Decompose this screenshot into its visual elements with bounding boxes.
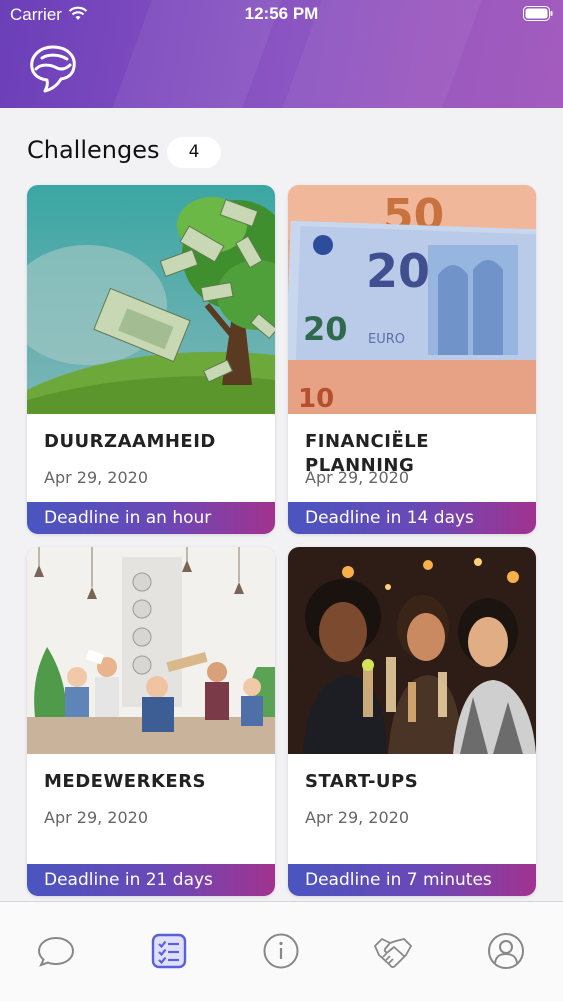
- svg-text:20: 20: [303, 310, 348, 348]
- svg-text:EURO: EURO: [368, 332, 405, 347]
- challenge-card[interactable]: DUURZAAMHEID Apr 29, 2020 Deadline in an…: [27, 185, 275, 534]
- challenge-deadline: Deadline in 14 days: [288, 502, 536, 534]
- section-title: Challenges: [27, 136, 160, 164]
- challenge-date: Apr 29, 2020: [305, 468, 410, 487]
- handshake-icon: [374, 938, 412, 968]
- svg-text:20: 20: [366, 244, 430, 298]
- tab-profile[interactable]: [486, 931, 526, 971]
- challenge-deadline: Deadline in an hour: [27, 502, 275, 534]
- challenge-date: Apr 29, 2020: [44, 468, 149, 487]
- challenge-title: MEDEWERKERS: [44, 771, 207, 792]
- app-header: Carrier 12:56 PM: [0, 0, 563, 108]
- challenge-card[interactable]: MEDEWERKERS Apr 29, 2020 Deadline in 21 …: [27, 547, 275, 896]
- info-icon: [263, 933, 299, 969]
- challenge-date: Apr 29, 2020: [305, 808, 410, 827]
- challenge-card[interactable]: 50 20 20 10 EURO FINANCIËLE PLANNING Apr…: [288, 185, 536, 534]
- challenge-image-people-celebrating: [288, 547, 536, 754]
- battery-icon: [523, 6, 553, 21]
- tab-challenges[interactable]: [139, 921, 199, 981]
- tab-bar: [0, 901, 563, 1001]
- challenge-deadline: Deadline in 21 days: [27, 864, 275, 896]
- checklist-icon: [151, 933, 187, 969]
- challenge-title: START-UPS: [305, 771, 419, 792]
- challenge-image-office-workers: [27, 547, 275, 754]
- profile-icon: [488, 933, 524, 969]
- challenge-deadline: Deadline in 7 minutes: [288, 864, 536, 896]
- tab-partners[interactable]: [373, 931, 413, 971]
- challenge-count-badge: 4: [167, 137, 221, 168]
- svg-text:10: 10: [298, 384, 334, 414]
- tab-info[interactable]: [261, 931, 301, 971]
- challenge-date: Apr 29, 2020: [44, 808, 149, 827]
- tab-chat[interactable]: [36, 931, 76, 971]
- chat-bubble-icon: [37, 936, 75, 967]
- app-logo-icon[interactable]: [26, 42, 80, 94]
- challenge-image-euro-notes: 50 20 20 10 EURO: [288, 185, 536, 414]
- challenge-title: DUURZAAMHEID: [44, 431, 216, 452]
- challenge-card[interactable]: START-UPS Apr 29, 2020 Deadline in 7 min…: [288, 547, 536, 896]
- status-bar: Carrier 12:56 PM: [0, 0, 563, 30]
- clock: 12:56 PM: [244, 4, 319, 23]
- challenge-image-money-tree: [27, 185, 275, 414]
